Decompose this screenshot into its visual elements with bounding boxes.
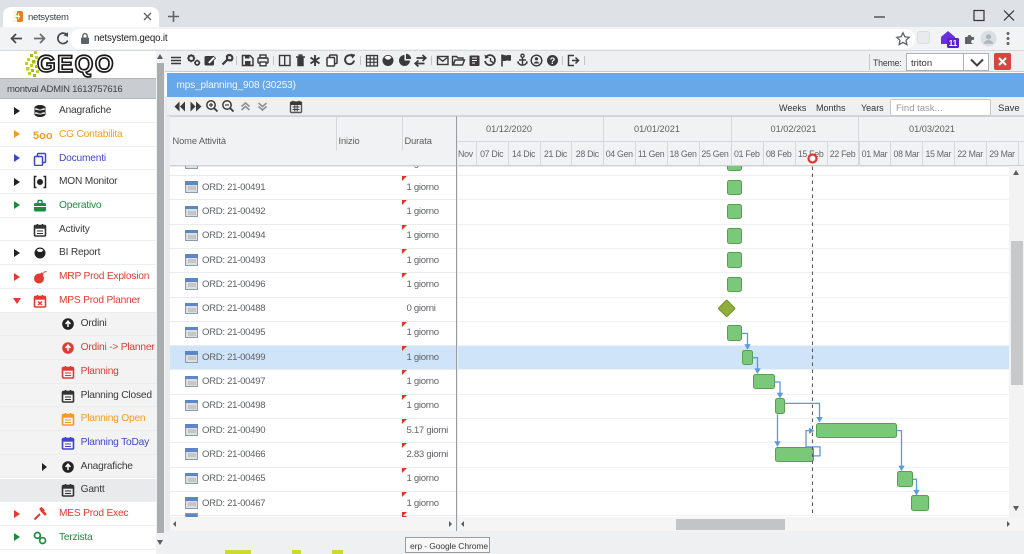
svg-text:5oo: 5oo — [33, 130, 53, 142]
svg-text:?: ? — [550, 56, 556, 66]
svg-text:11: 11 — [949, 39, 958, 48]
